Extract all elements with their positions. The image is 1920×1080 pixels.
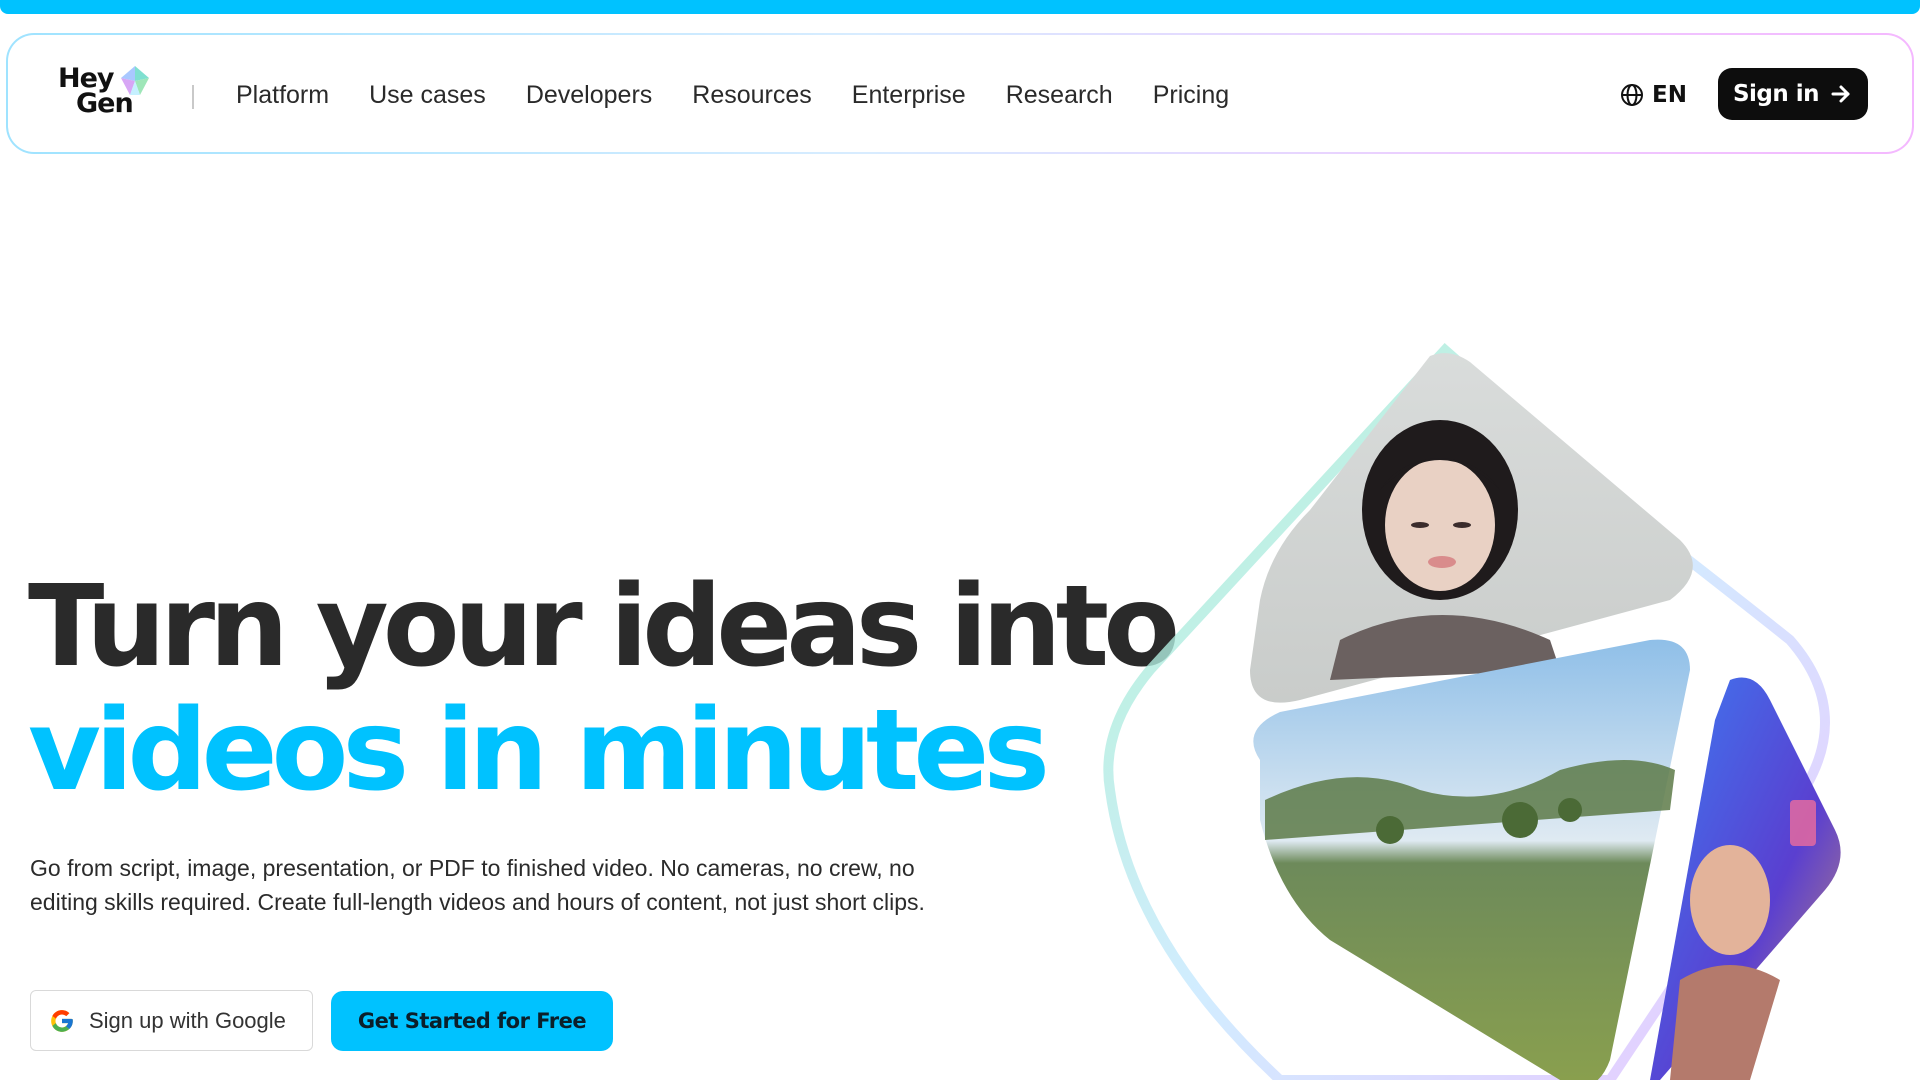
nav-link-developers[interactable]: Developers <box>526 81 652 110</box>
heygen-logo[interactable]: Hey Gen <box>58 64 158 124</box>
nav-divider <box>192 85 194 109</box>
hero-title: Turn your ideas into videos in minutes <box>28 565 1188 813</box>
sign-up-google-label: Sign up with Google <box>89 1007 286 1033</box>
language-selector[interactable]: EN <box>1620 79 1687 111</box>
get-started-label: Get Started for Free <box>357 1009 587 1033</box>
get-started-button[interactable]: Get Started for Free <box>331 991 613 1051</box>
language-label: EN <box>1652 82 1687 108</box>
logo-gem-icon <box>121 66 149 95</box>
nav-links: Platform Use cases Developers Resources … <box>236 35 1269 156</box>
top-accent-bar <box>0 0 1920 14</box>
nav-link-research[interactable]: Research <box>1006 81 1113 110</box>
sign-in-label: Sign in <box>1732 81 1820 107</box>
hero-title-line2: videos in minutes <box>28 686 1050 816</box>
sign-up-google-button[interactable]: Sign up with Google <box>30 990 313 1051</box>
hero-description: Go from script, image, presentation, or … <box>30 855 925 915</box>
navbar: Hey Gen Platform Use cases Developers Re… <box>6 33 1914 154</box>
globe-icon <box>1621 84 1643 106</box>
google-icon <box>51 1009 73 1032</box>
nav-link-resources[interactable]: Resources <box>692 81 812 110</box>
sign-in-button[interactable]: Sign in <box>1718 68 1868 120</box>
hero-video-prism-image <box>1103 343 1841 1080</box>
arrow-right-icon <box>1831 85 1850 103</box>
navbar-inner: Hey Gen Platform Use cases Developers Re… <box>8 35 1912 152</box>
nav-link-platform[interactable]: Platform <box>236 81 329 110</box>
nav-link-use-cases[interactable]: Use cases <box>369 81 486 110</box>
nav-link-enterprise[interactable]: Enterprise <box>852 81 966 110</box>
nav-link-pricing[interactable]: Pricing <box>1153 81 1229 110</box>
hero-title-line1: Turn your ideas into <box>28 562 1180 692</box>
